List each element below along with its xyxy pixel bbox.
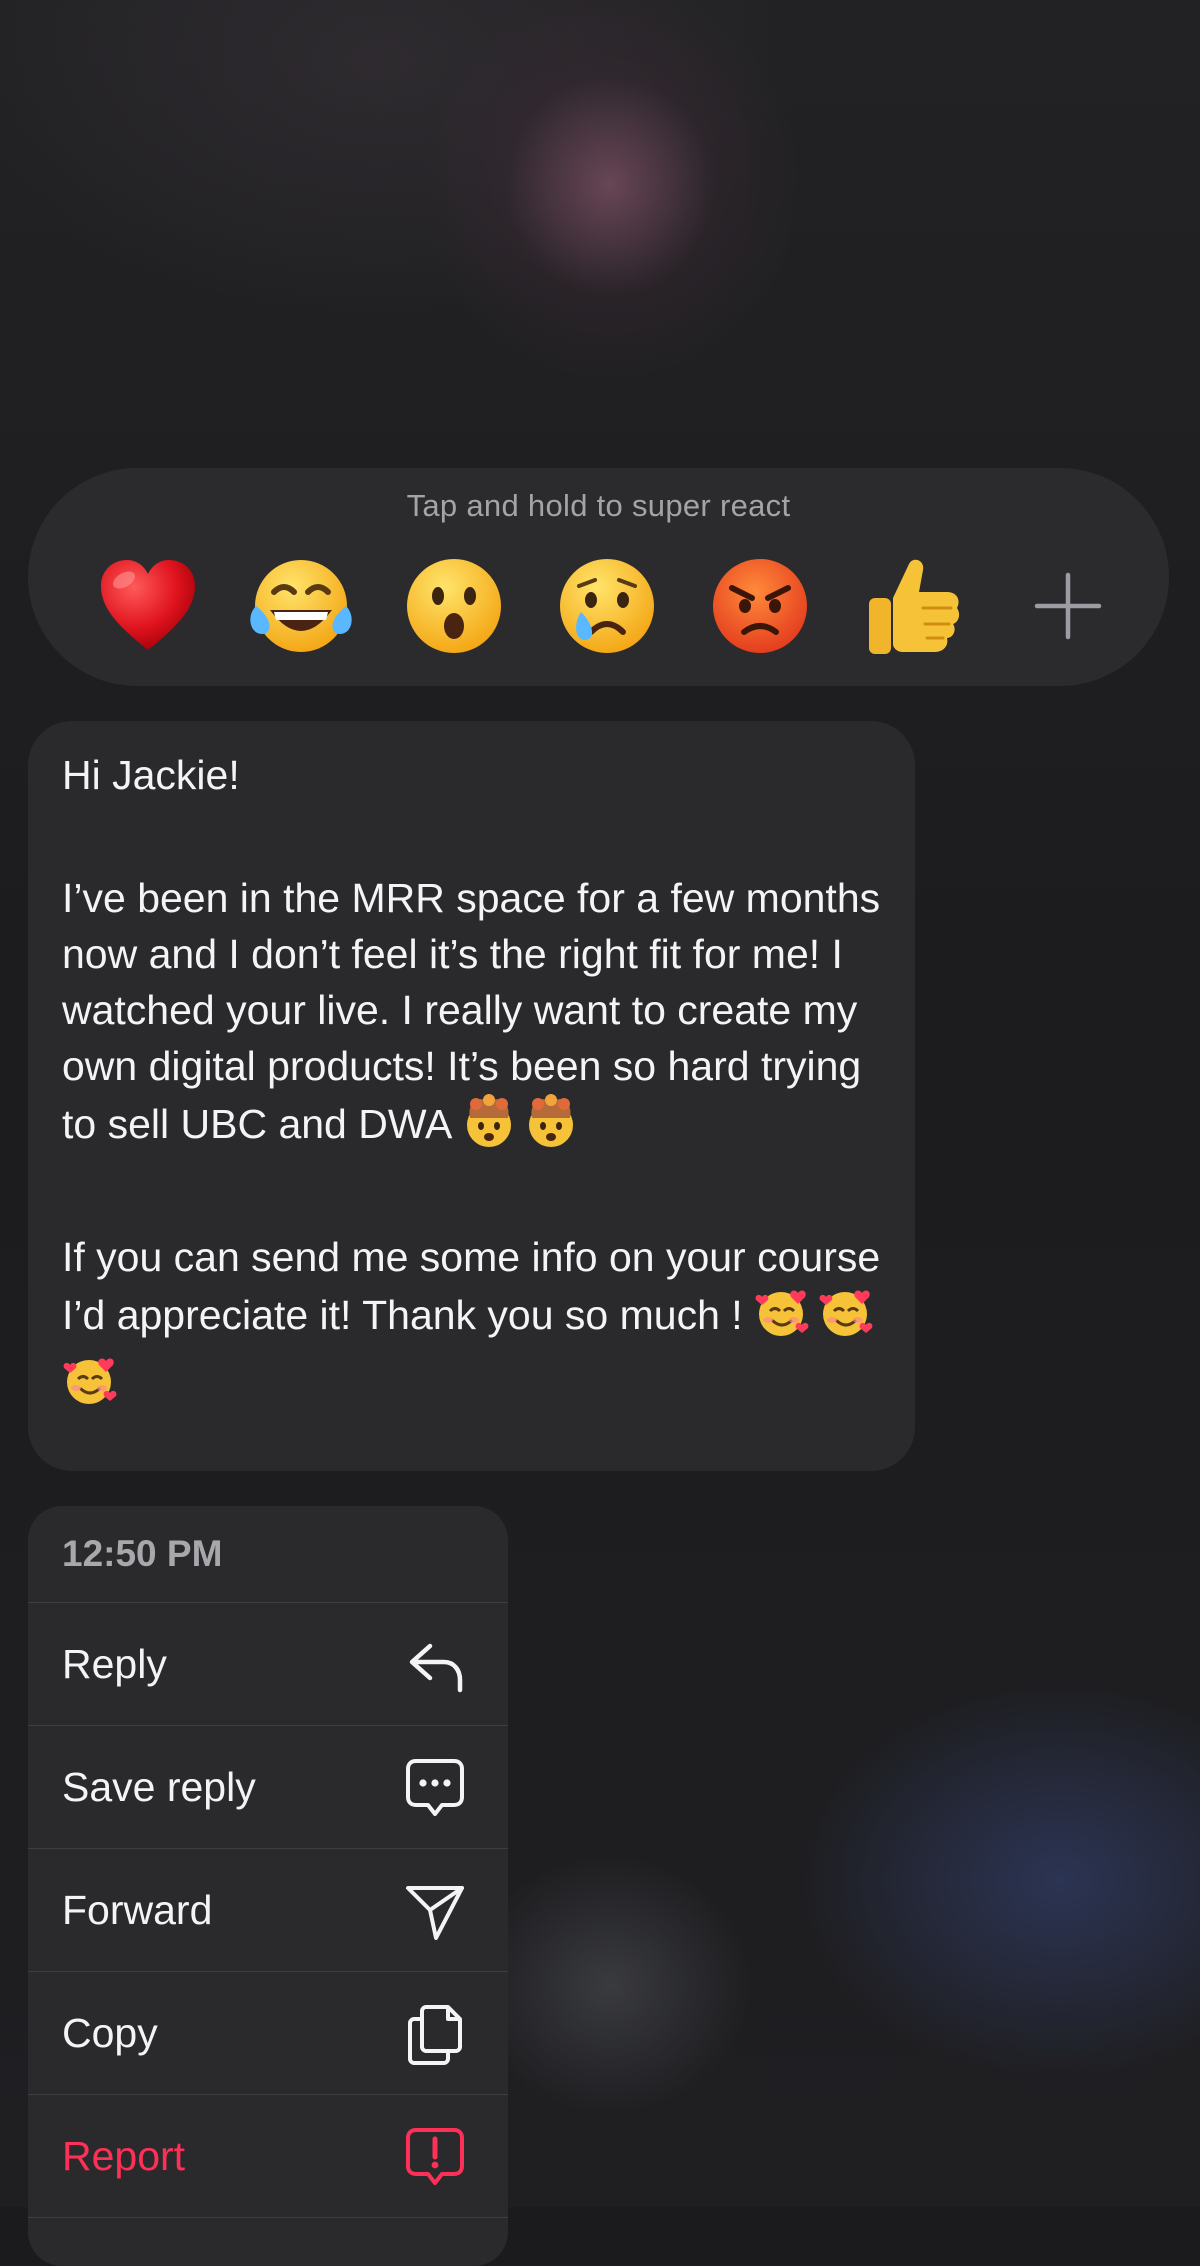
- message-timestamp: 12:50 PM: [28, 1506, 508, 1603]
- more-reactions-button[interactable]: [1008, 546, 1128, 666]
- chat-bubble-dots-icon: [406, 1759, 464, 1816]
- message-paragraph-1: I’ve been in the MRR space for a few mon…: [62, 870, 902, 1162]
- save-reply-label: Save reply: [62, 1764, 256, 1810]
- reply-arrow-icon: [409, 1643, 463, 1693]
- react-angry-button[interactable]: [700, 546, 820, 666]
- super-react-hint: Tap and hold to super react: [406, 488, 791, 523]
- smiling-hearts-emoji-icon: [754, 1285, 810, 1353]
- thumbs-up-emoji-icon: [869, 559, 960, 654]
- reaction-list: [88, 546, 1128, 666]
- reaction-bar: Tap and hold to super react: [28, 468, 1169, 686]
- message-text: Hi Jackie! I’ve been in the MRR space fo…: [62, 747, 902, 1421]
- angry-emoji-icon: [713, 559, 807, 653]
- reply-button[interactable]: Reply: [28, 1603, 508, 1726]
- react-sad-button[interactable]: [547, 546, 667, 666]
- exploding-head-emoji-icon: [462, 1094, 516, 1162]
- smiling-hearts-emoji-icon: [818, 1285, 874, 1353]
- report-label: Report: [62, 2133, 186, 2179]
- react-heart-button[interactable]: [88, 546, 208, 666]
- report-exclamation-icon: [406, 2128, 464, 2185]
- save-reply-button[interactable]: Save reply: [28, 1726, 508, 1849]
- message-paragraph-2: If you can send me some info on your cou…: [62, 1229, 902, 1421]
- surprised-emoji-icon: [407, 559, 501, 653]
- report-button[interactable]: Report: [28, 2095, 508, 2218]
- copy-button[interactable]: Copy: [28, 1972, 508, 2095]
- message-bubble[interactable]: Hi Jackie! I’ve been in the MRR space fo…: [28, 721, 915, 1471]
- forward-button[interactable]: Forward: [28, 1849, 508, 1972]
- copy-icon: [408, 2005, 462, 2065]
- reply-label: Reply: [62, 1641, 167, 1687]
- plus-icon: [1034, 572, 1102, 640]
- copy-label: Copy: [62, 2010, 158, 2056]
- forward-label: Forward: [62, 1887, 213, 1933]
- heart-emoji-icon: [101, 560, 195, 650]
- paper-plane-icon: [406, 1886, 464, 1940]
- react-surprised-button[interactable]: [394, 546, 514, 666]
- exploding-head-emoji-icon: [524, 1094, 578, 1162]
- smiling-hearts-emoji-icon: [62, 1353, 118, 1421]
- sad-emoji-icon: [560, 559, 654, 653]
- message-actions-menu: 12:50 PM Reply Save reply Forward Copy R…: [28, 1506, 508, 2266]
- message-greeting: Hi Jackie!: [62, 752, 240, 798]
- laughing-emoji-icon: [250, 560, 352, 652]
- react-laughing-button[interactable]: [241, 546, 361, 666]
- react-thumbs-up-button[interactable]: [853, 546, 973, 666]
